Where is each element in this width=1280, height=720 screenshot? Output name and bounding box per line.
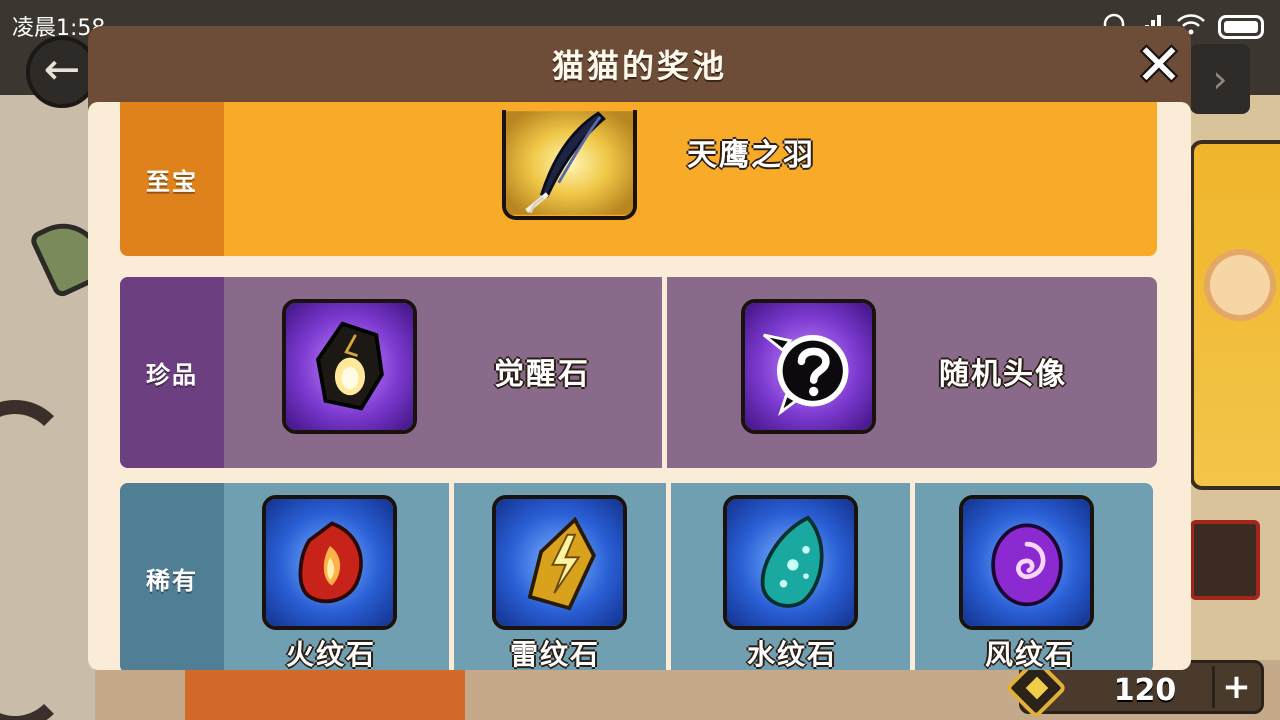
currency-value: 120 [1113,673,1177,708]
tier-label: 珍品 [120,277,224,468]
water-stone-icon [723,495,858,630]
prize-pool-dialog: 猫猫的奖池 ✕ 至宝 天鹰之羽 珍品 觉醒石 随机头像 稀有 火纹石 雷纹石 水… [88,26,1191,670]
item-cell[interactable]: 随机头像 [662,277,1157,468]
random-avatar-icon [741,299,876,434]
item-name: 风纹石 [985,638,1076,670]
tier-label: 至宝 [120,102,224,256]
flower-decoration [1210,255,1270,315]
dialog-title: 猫猫的奖池 [551,47,727,85]
battery-icon [1218,14,1264,39]
item-cell[interactable]: 雷纹石 [449,483,666,670]
item-name: 雷纹石 [510,638,601,670]
item-cell[interactable]: 水纹石 [666,483,910,670]
tier-label: 稀有 [120,483,224,670]
item-cell[interactable]: 风纹石 [910,483,1153,670]
item-cell[interactable]: 觉醒石 [224,277,662,468]
feather-icon[interactable] [502,110,637,220]
item-name: 随机头像 [939,357,1067,392]
add-currency-button[interactable]: + [1212,666,1258,708]
item-name: 天鹰之羽 [687,138,815,173]
item-cell[interactable]: 火纹石 [224,483,449,670]
item-name: 水纹石 [747,638,838,670]
dialog-body: 至宝 天鹰之羽 珍品 觉醒石 随机头像 稀有 火纹石 雷纹石 水纹石 风纹石 [88,102,1191,670]
thunder-stone-icon [492,495,627,630]
next-arrow-button[interactable]: › [1190,44,1250,114]
background-right-card [1190,140,1280,490]
tier-row-rare: 稀有 火纹石 雷纹石 水纹石 风纹石 [120,483,1153,670]
fire-stone-icon [262,495,397,630]
treasure-chest-icon [1190,520,1260,600]
tier-row-treasure: 至宝 天鹰之羽 [120,102,1157,256]
tier-row-precious: 珍品 觉醒石 随机头像 [120,277,1157,468]
cat-character-tail [0,400,70,720]
item-name: 火纹石 [286,638,377,670]
close-button[interactable]: ✕ [1130,38,1188,96]
awakening-stone-icon [282,299,417,434]
wind-stone-icon [959,495,1094,630]
item-name: 觉醒石 [494,357,590,392]
